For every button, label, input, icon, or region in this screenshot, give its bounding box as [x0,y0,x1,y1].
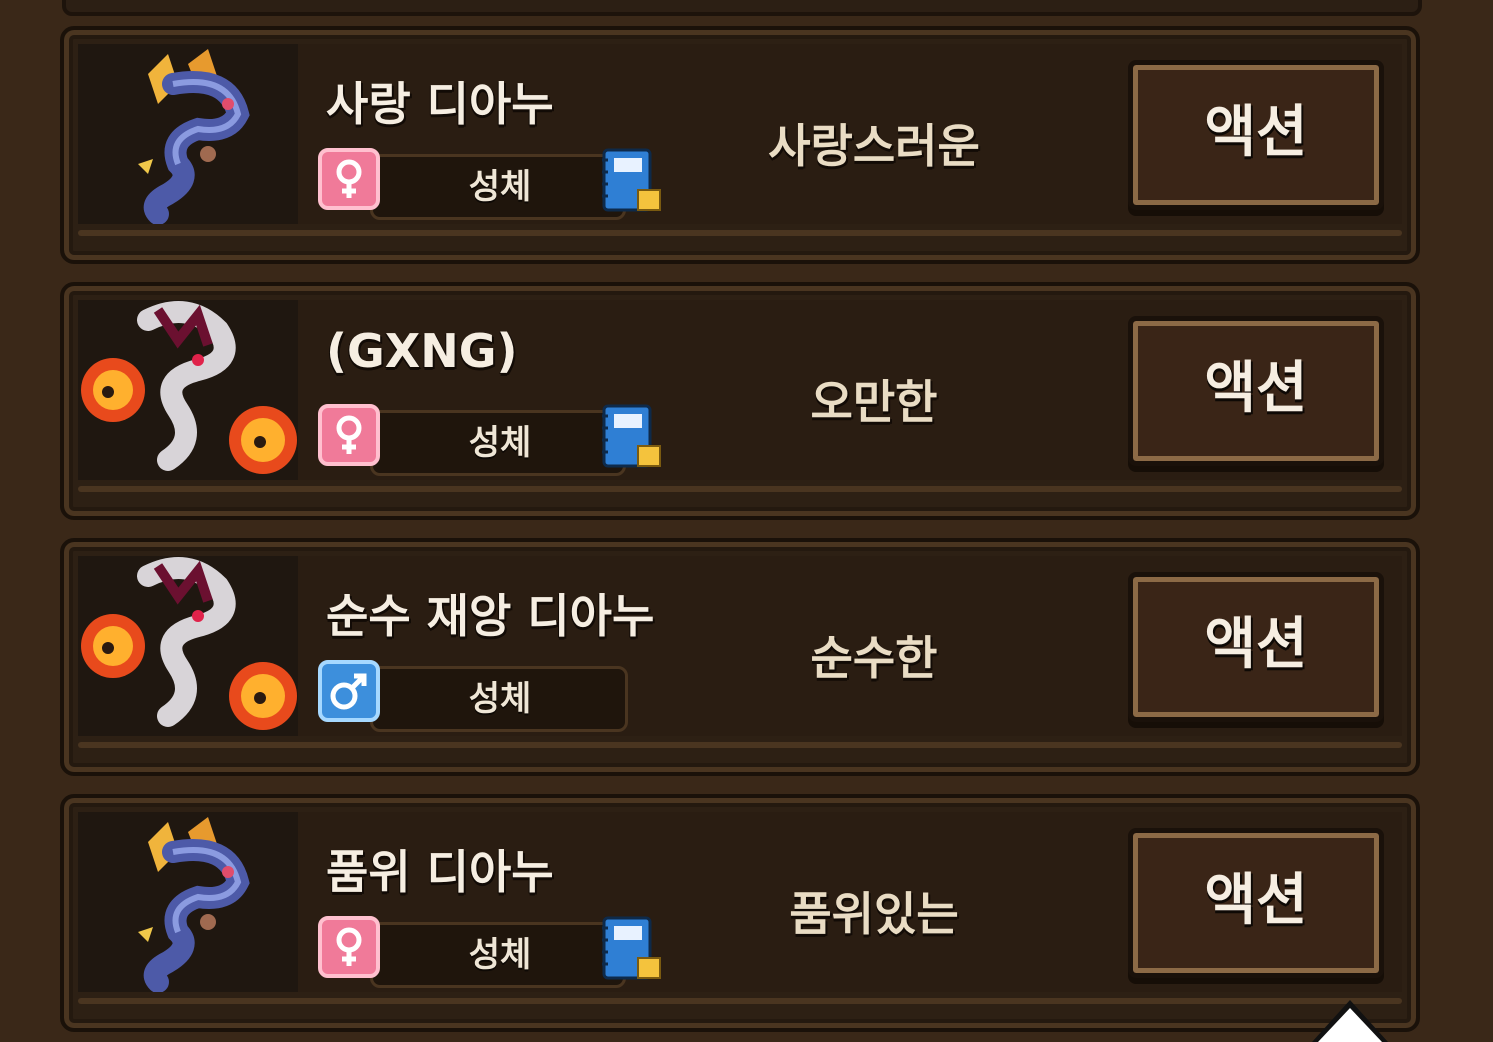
card-rim [78,486,1402,492]
trait-label: 오만한 [810,375,938,429]
calamity-serpent-dragon-icon [78,556,298,736]
card-rim [78,742,1402,748]
creature-card[interactable]: (GXNG) 성체 오만한 액션 [60,282,1420,520]
male-symbol-icon [318,660,380,722]
blue-serpent-dragon-icon [78,812,298,993]
creature-name: 사랑 디아누 [326,77,554,131]
female-symbol-icon [318,916,380,978]
card-rim [78,230,1402,236]
creature-name: 순수 재앙 디아누 [326,589,655,643]
creature-name: 품위 디아누 [326,845,554,899]
creature-card[interactable]: 품위 디아누 성체 품위있는 액션 [60,794,1420,1032]
stage-label: 성체 [468,167,532,207]
stage-label: 성체 [468,935,532,975]
action-button[interactable]: 액션 [1128,572,1384,722]
blue-serpent-dragon-icon [78,44,298,225]
creature-card[interactable]: 순수 재앙 디아누 성체 순수한 액션 [60,538,1420,776]
action-button[interactable]: 액션 [1128,828,1384,978]
scroll-up-arrow-icon[interactable] [1318,1008,1382,1042]
notebook-icon[interactable] [598,146,664,216]
creature-name: (GXNG) [326,324,518,378]
female-symbol-icon [318,148,380,210]
stage-label: 성체 [468,679,532,719]
trait-label: 순수한 [810,631,938,685]
previous-card-edge [62,0,1422,16]
female-symbol-icon [318,404,380,466]
notebook-icon[interactable] [598,402,664,472]
action-button[interactable]: 액션 [1128,316,1384,466]
stage-label: 성체 [468,423,532,463]
action-button[interactable]: 액션 [1128,60,1384,210]
creature-card[interactable]: 사랑 디아누 성체 사랑스러운 액션 [60,26,1420,264]
card-rim [78,998,1402,1004]
notebook-icon[interactable] [598,914,664,984]
calamity-serpent-dragon-icon [78,300,298,480]
trait-label: 품위있는 [789,887,959,941]
trait-label: 사랑스러운 [768,119,980,173]
